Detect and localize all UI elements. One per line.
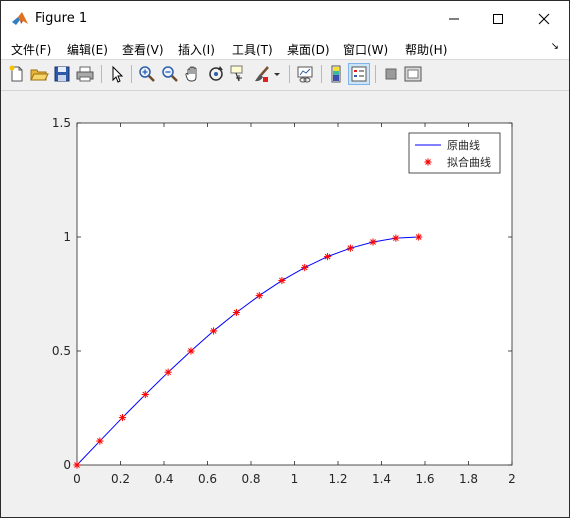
x-tick-label: 1.8 [459,472,478,486]
y-tick-label: 1.5 [52,116,71,130]
title-bar[interactable]: Figure 1 [1,1,569,37]
open-file-icon[interactable] [29,64,49,84]
x-tick-label: 1.2 [328,472,347,486]
fit-marker-point [278,276,286,285]
plot-svg[interactable]: 0 0.2 0.4 0.6 0.8 1 1.2 1.4 1.6 1.8 2 0 0.5 1 1.5 原曲线拟合… [1,91,569,517]
fit-marker-point [141,390,149,399]
y-tick-label: 1 [63,230,71,244]
x-tick-label: 0.8 [241,472,260,486]
toolbar-separator [289,65,290,83]
close-button[interactable] [521,1,567,37]
toolbar-separator [375,65,376,83]
maximize-button[interactable] [475,1,521,37]
fit-marker-point [164,368,172,376]
x-tick-label: 1.4 [372,472,391,486]
toolbar-separator [321,65,322,83]
fit-marker-point [346,244,354,252]
menu-view[interactable]: 查看(V) [122,41,164,58]
x-tick-label: 1.6 [415,472,434,486]
axes-box [76,122,513,466]
fit-marker-point [392,234,400,242]
colorbar-icon[interactable] [326,64,346,84]
figure-window: Figure 1 文件(F) 编辑(E) 查看(V) 插入(I) 工具(T) 桌… [0,0,570,518]
legend-label-original: 原曲线 [447,138,480,152]
fit-marker-point [232,308,241,317]
data-cursor-icon[interactable] [229,64,249,84]
pointer-icon[interactable] [107,64,127,84]
matlab-logo-icon [11,11,29,27]
figure-canvas: 0 0.2 0.4 0.6 0.8 1 1.2 1.4 1.6 1.8 2 0 0.5 1 1.5 原曲线拟合… [1,91,569,517]
fit-marker-point [209,327,218,335]
menu-insert[interactable]: 插入(I) [178,41,215,58]
show-plot-tools-icon[interactable] [403,64,423,84]
menu-desktop[interactable]: 桌面(D) [287,41,330,58]
menu-window[interactable]: 窗口(W) [343,41,388,58]
fit-marker-point [369,238,377,246]
menu-tools[interactable]: 工具(T) [232,41,273,58]
x-tick-label: 2 [508,472,516,486]
x-tick-label: 0.2 [111,472,130,486]
x-tick-label: 0 [73,472,81,486]
pan-hand-icon[interactable] [183,64,203,84]
y-tick-label: 0 [63,458,71,472]
dock-arrow-icon[interactable]: ↘ [551,41,559,52]
menu-edit[interactable]: 编辑(E) [67,41,108,58]
menu-bar: 文件(F) 编辑(E) 查看(V) 插入(I) 工具(T) 桌面(D) 窗口(W… [1,37,569,60]
menu-help[interactable]: 帮助(H) [405,41,447,58]
x-tick-label: 1 [291,472,299,486]
new-figure-icon[interactable] [7,64,27,84]
y-tick-label: 0.5 [52,344,71,358]
toolbar-separator [101,65,102,83]
print-icon[interactable] [75,64,95,84]
toolbar-separator [131,65,132,83]
legend-label-fit: 拟合曲线 [447,155,491,169]
zoom-in-icon[interactable] [137,64,157,84]
maximize-icon [492,10,504,29]
figure-toolbar [1,60,569,91]
close-icon [538,10,550,29]
save-icon[interactable] [52,64,72,84]
brush-dropdown-icon[interactable] [271,64,283,84]
x-tick-label: 0.4 [154,472,173,486]
legend-icon[interactable] [348,63,370,85]
zoom-out-icon[interactable] [160,64,180,84]
minimize-icon [448,10,460,29]
minimize-button[interactable] [431,1,477,37]
fit-marker-point [118,413,127,422]
hide-plot-tools-icon[interactable] [381,64,401,84]
window-title: Figure 1 [35,11,88,26]
rotate-3d-icon[interactable] [206,64,226,84]
x-tick-label: 0.6 [198,472,217,486]
brush-icon[interactable] [252,64,272,84]
menu-file[interactable]: 文件(F) [11,41,51,58]
link-plot-icon[interactable] [295,64,315,84]
